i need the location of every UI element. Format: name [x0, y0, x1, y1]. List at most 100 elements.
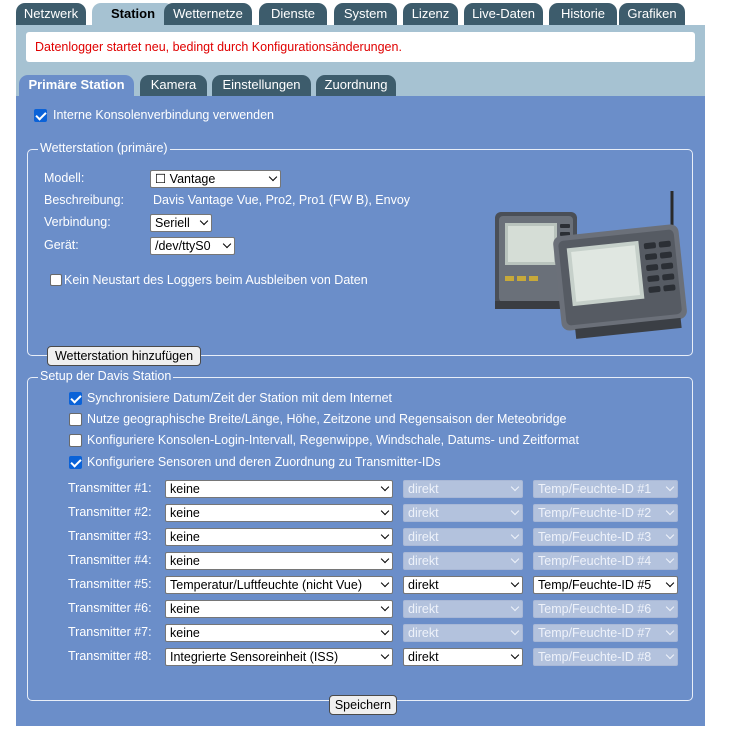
chevron-down-icon [665, 578, 675, 588]
connection-select-value: Seriell [155, 216, 190, 230]
tab-live-daten[interactable]: Live-Daten [464, 3, 543, 25]
chevron-down-icon [380, 554, 390, 564]
connection-select[interactable]: Seriell [150, 214, 212, 232]
transmitter-type-select[interactable]: keine [165, 528, 393, 546]
subtab-einstellungen[interactable]: Einstellungen [212, 75, 311, 96]
weather-station-legend: Wetterstation (primäre) [38, 141, 170, 155]
transmitter-id-select: Temp/Feuchte-ID #4 [533, 552, 678, 570]
device-select-value: /dev/ttyS0 [155, 239, 211, 253]
console-config-label: Konfiguriere Konsolen-Login-Intervall, R… [87, 433, 579, 447]
chevron-down-icon [380, 506, 390, 516]
transmitter-id-select[interactable]: Temp/Feuchte-ID #5 [533, 576, 678, 594]
chevron-down-icon [268, 172, 278, 182]
sensor-config-label: Konfiguriere Sensoren und deren Zuordnun… [87, 455, 441, 469]
chevron-down-icon [510, 554, 520, 564]
transmitter-mode-select: direkt [403, 624, 523, 642]
transmitter-type-value: keine [170, 506, 200, 520]
tab-grafiken[interactable]: Grafiken [619, 3, 685, 25]
transmitter-mode-select: direkt [403, 600, 523, 618]
transmitter-type-value: keine [170, 482, 200, 496]
internal-console-label: Interne Konsolenverbindung verwenden [53, 108, 274, 122]
device-label: Gerät: [44, 238, 79, 252]
add-station-button[interactable]: Wetterstation hinzufügen [47, 346, 201, 366]
tab-historie[interactable]: Historie [549, 3, 617, 25]
transmitter-type-select[interactable]: keine [165, 624, 393, 642]
status-message: Datenlogger startet neu, bedingt durch K… [26, 32, 695, 62]
tab-lizenz[interactable]: Lizenz [403, 3, 458, 25]
transmitter-id-select: Temp/Feuchte-ID #7 [533, 624, 678, 642]
transmitter-mode-value: direkt [408, 626, 439, 640]
davis-console-image [495, 191, 687, 339]
save-button[interactable]: Speichern [329, 695, 397, 715]
transmitter-label: Transmitter #1: [68, 481, 152, 495]
transmitter-id-select: Temp/Feuchte-ID #6 [533, 600, 678, 618]
transmitter-type-value: keine [170, 626, 200, 640]
transmitter-type-select[interactable]: keine [165, 600, 393, 618]
transmitter-label: Transmitter #2: [68, 505, 152, 519]
chevron-down-icon [380, 650, 390, 660]
transmitter-type-select[interactable]: keine [165, 480, 393, 498]
transmitter-mode-select: direkt [403, 528, 523, 546]
transmitter-type-value: keine [170, 554, 200, 568]
model-label: Modell: [44, 171, 85, 185]
chevron-down-icon [380, 602, 390, 612]
transmitter-id-select: Temp/Feuchte-ID #8 [533, 648, 678, 666]
transmitter-type-value: Integrierte Sensoreinheit (ISS) [170, 650, 339, 664]
transmitter-mode-select[interactable]: direkt [403, 648, 523, 666]
use-geo-label: Nutze geographische Breite/Länge, Höhe, … [87, 412, 567, 426]
use-geo-checkbox[interactable] [69, 413, 82, 426]
transmitter-type-select[interactable]: Integrierte Sensoreinheit (ISS) [165, 648, 393, 666]
transmitter-mode-value: direkt [408, 506, 439, 520]
transmitter-type-select[interactable]: Temperatur/Luftfeuchte (nicht Vue) [165, 576, 393, 594]
chevron-down-icon [380, 530, 390, 540]
transmitter-mode-select[interactable]: direkt [403, 576, 523, 594]
transmitter-label: Transmitter #3: [68, 529, 152, 543]
device-select[interactable]: /dev/ttyS0 [150, 237, 235, 255]
chevron-down-icon [665, 626, 675, 636]
sync-datetime-label: Synchronisiere Datum/Zeit der Station mi… [87, 391, 392, 405]
internal-console-checkbox[interactable] [34, 109, 47, 122]
transmitter-id-value: Temp/Feuchte-ID #2 [538, 506, 652, 520]
chevron-down-icon [380, 626, 390, 636]
transmitter-mode-value: direkt [408, 650, 439, 664]
sync-datetime-checkbox[interactable] [69, 392, 82, 405]
chevron-down-icon [665, 530, 675, 540]
transmitter-label: Transmitter #8: [68, 649, 152, 663]
chevron-down-icon [380, 578, 390, 588]
subtab-kamera[interactable]: Kamera [140, 75, 207, 96]
chevron-down-icon [510, 602, 520, 612]
transmitter-type-value: keine [170, 530, 200, 544]
subtab-primary-station[interactable]: Primäre Station [19, 75, 134, 97]
transmitter-type-value: Temperatur/Luftfeuchte (nicht Vue) [170, 578, 362, 592]
no-restart-checkbox[interactable] [50, 274, 62, 286]
davis-setup-legend: Setup der Davis Station [38, 369, 174, 383]
model-select-value: ☐ Vantage [155, 172, 216, 186]
console-config-checkbox[interactable] [69, 434, 82, 447]
subtab-zuordnung[interactable]: Zuordnung [316, 75, 396, 96]
transmitter-type-select[interactable]: keine [165, 552, 393, 570]
chevron-down-icon [665, 482, 675, 492]
chevron-down-icon [199, 216, 209, 226]
tab-system[interactable]: System [334, 3, 397, 25]
transmitter-mode-value: direkt [408, 482, 439, 496]
chevron-down-icon [665, 554, 675, 564]
transmitter-type-select[interactable]: keine [165, 504, 393, 522]
chevron-down-icon [510, 578, 520, 588]
tab-wetternetze[interactable]: Wetternetze [164, 3, 252, 25]
station-frame: Datenlogger startet neu, bedingt durch K… [16, 25, 705, 726]
sensor-config-checkbox[interactable] [69, 456, 82, 469]
description-label: Beschreibung: [44, 193, 124, 207]
tab-station[interactable]: Station [92, 3, 174, 27]
transmitter-mode-value: direkt [408, 554, 439, 568]
transmitter-mode-value: direkt [408, 530, 439, 544]
chevron-down-icon [665, 602, 675, 612]
no-restart-label: Kein Neustart des Loggers beim Ausbleibe… [64, 273, 368, 287]
tab-netzwerk[interactable]: Netzwerk [16, 3, 86, 25]
model-select[interactable]: ☐ Vantage [150, 170, 281, 188]
transmitter-mode-select: direkt [403, 504, 523, 522]
transmitter-mode-value: direkt [408, 578, 439, 592]
chevron-down-icon [510, 650, 520, 660]
transmitter-id-value: Temp/Feuchte-ID #4 [538, 554, 652, 568]
tab-dienste[interactable]: Dienste [259, 3, 327, 25]
transmitter-id-select: Temp/Feuchte-ID #1 [533, 480, 678, 498]
